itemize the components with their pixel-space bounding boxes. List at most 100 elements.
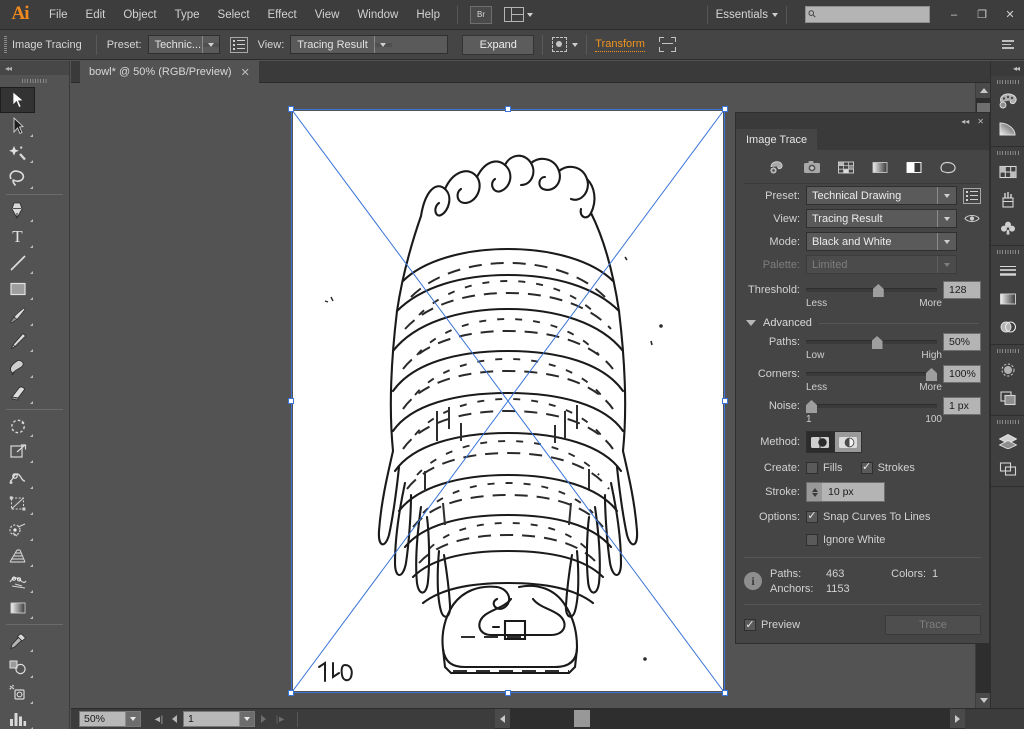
- trace-button[interactable]: Trace: [885, 615, 981, 635]
- workspace-chevron-down-icon[interactable]: [772, 12, 778, 17]
- symbol-sprayer-tool[interactable]: [0, 680, 35, 706]
- graphic-styles-panel-icon[interactable]: [991, 384, 1024, 412]
- menu-type[interactable]: Type: [166, 0, 209, 30]
- menu-edit[interactable]: Edit: [77, 0, 115, 30]
- rotate-tool[interactable]: [0, 413, 35, 439]
- dock-header[interactable]: ◂◂: [991, 61, 1024, 76]
- menu-window[interactable]: Window: [348, 0, 407, 30]
- magic-wand-tool[interactable]: [0, 139, 35, 165]
- lasso-tool[interactable]: [0, 165, 35, 191]
- scroll-right-button[interactable]: [950, 709, 965, 728]
- stroke-stepper-arrows[interactable]: [807, 483, 822, 501]
- symbols-panel-icon[interactable]: [991, 214, 1024, 242]
- stroke-panel-icon[interactable]: [991, 257, 1024, 285]
- menu-file[interactable]: File: [40, 0, 77, 30]
- mesh-tool[interactable]: [0, 569, 35, 595]
- threshold-slider[interactable]: [806, 281, 937, 299]
- horizontal-scrollbar[interactable]: [495, 708, 965, 729]
- next-artboard-button[interactable]: [255, 709, 272, 729]
- panel-view-dropdown[interactable]: Tracing Result: [806, 209, 957, 228]
- preset-manage-icon[interactable]: [963, 187, 981, 204]
- close-button[interactable]: ✕: [996, 0, 1024, 30]
- transform-link[interactable]: Transform: [595, 38, 645, 52]
- overlapping-method-icon[interactable]: [834, 431, 862, 453]
- arrange-documents-icon[interactable]: [504, 7, 533, 22]
- last-artboard-button[interactable]: |►: [272, 709, 289, 729]
- scroll-left-button[interactable]: [495, 709, 510, 728]
- first-artboard-button[interactable]: ◄|: [149, 709, 166, 729]
- handle-middle-right[interactable]: [722, 398, 728, 404]
- snap-curves-checkbox[interactable]: ✓: [806, 510, 818, 523]
- corners-value[interactable]: 100%: [943, 365, 981, 383]
- dock-group-grip-3[interactable]: [991, 246, 1024, 257]
- handle-top-right[interactable]: [722, 106, 728, 112]
- selection-tool[interactable]: [0, 87, 35, 113]
- perspective-grid-tool[interactable]: [0, 543, 35, 569]
- zoom-chevron-down-icon[interactable]: [125, 712, 140, 726]
- panel-collapse-icon[interactable]: ◂◂: [961, 117, 969, 126]
- recolor-artwork-icon[interactable]: [658, 37, 676, 52]
- panel-menu-icon[interactable]: [1002, 35, 1018, 55]
- panel-mode-dropdown[interactable]: Black and White: [806, 232, 957, 251]
- menu-object[interactable]: Object: [114, 0, 165, 30]
- previous-artboard-button[interactable]: [166, 709, 183, 729]
- transparency-panel-icon[interactable]: [991, 313, 1024, 341]
- layers-panel-icon[interactable]: [991, 427, 1024, 455]
- type-tool[interactable]: T: [0, 224, 35, 250]
- paths-slider[interactable]: [806, 333, 937, 351]
- strokes-checkbox[interactable]: ✓: [860, 461, 873, 474]
- paintbrush-tool[interactable]: [0, 302, 35, 328]
- color-guide-panel-icon[interactable]: [991, 115, 1024, 143]
- dock-group-grip-4[interactable]: [991, 345, 1024, 356]
- handle-bottom-center[interactable]: [505, 690, 511, 696]
- horizontal-scroll-track[interactable]: [510, 709, 950, 728]
- paths-slider-knob[interactable]: [871, 336, 883, 349]
- preview-checkbox[interactable]: ✓: [744, 619, 756, 631]
- low-color-icon[interactable]: [836, 158, 856, 176]
- workspace-switcher[interactable]: Essentials: [716, 9, 772, 21]
- threshold-value[interactable]: 128: [943, 281, 981, 299]
- zoom-level-value[interactable]: 50%: [80, 713, 125, 725]
- brushes-panel-icon[interactable]: [991, 186, 1024, 214]
- zoom-level-dropdown[interactable]: 50%: [79, 711, 141, 727]
- shape-builder-tool[interactable]: [0, 517, 35, 543]
- artboard[interactable]: [293, 111, 723, 691]
- tools-collapse-icon[interactable]: ◂◂: [5, 64, 12, 73]
- paths-value[interactable]: 50%: [943, 333, 981, 351]
- handle-top-center[interactable]: [505, 106, 511, 112]
- panel-preset-dropdown[interactable]: Technical Drawing: [806, 186, 957, 205]
- artboard-chevron-down-icon[interactable]: [239, 712, 254, 726]
- handle-bottom-left[interactable]: [288, 690, 294, 696]
- width-tool[interactable]: [0, 465, 35, 491]
- blob-brush-tool[interactable]: [0, 354, 35, 380]
- preview-checkbox-group[interactable]: ✓ Preview: [744, 619, 800, 631]
- scale-tool[interactable]: [0, 439, 35, 465]
- strokes-checkbox-group[interactable]: ✓ Strokes: [860, 461, 915, 474]
- ignore-white-checkbox-group[interactable]: Ignore White: [806, 533, 885, 546]
- dock-group-grip[interactable]: [991, 76, 1024, 87]
- stroke-stepper[interactable]: 10 px: [806, 482, 885, 502]
- panel-close-icon[interactable]: ✕: [977, 117, 984, 126]
- artboards-panel-icon[interactable]: [991, 455, 1024, 483]
- tab-image-trace[interactable]: Image Trace: [736, 129, 818, 150]
- horizontal-scroll-thumb[interactable]: [574, 710, 590, 727]
- eraser-tool[interactable]: [0, 380, 35, 406]
- artboard-number-dropdown[interactable]: 1: [183, 711, 255, 727]
- threshold-slider-knob[interactable]: [872, 284, 884, 297]
- noise-slider-knob[interactable]: [806, 400, 817, 413]
- appearance-panel-icon[interactable]: [991, 356, 1024, 384]
- handle-bottom-right[interactable]: [722, 690, 728, 696]
- high-color-icon[interactable]: [802, 158, 822, 176]
- dock-collapse-icon[interactable]: ◂◂: [1013, 64, 1020, 73]
- search-field[interactable]: [816, 9, 917, 20]
- pencil-tool[interactable]: [0, 328, 35, 354]
- menu-view[interactable]: View: [306, 0, 349, 30]
- dock-group-grip-5[interactable]: [991, 416, 1024, 427]
- swatches-panel-icon[interactable]: [991, 158, 1024, 186]
- noise-value[interactable]: 1 px: [943, 397, 981, 415]
- abutting-method-icon[interactable]: [806, 431, 834, 453]
- bridge-icon[interactable]: Br: [470, 5, 492, 24]
- line-segment-tool[interactable]: [0, 250, 35, 276]
- expand-button[interactable]: Expand: [462, 34, 535, 55]
- gradient-tool[interactable]: [0, 595, 35, 621]
